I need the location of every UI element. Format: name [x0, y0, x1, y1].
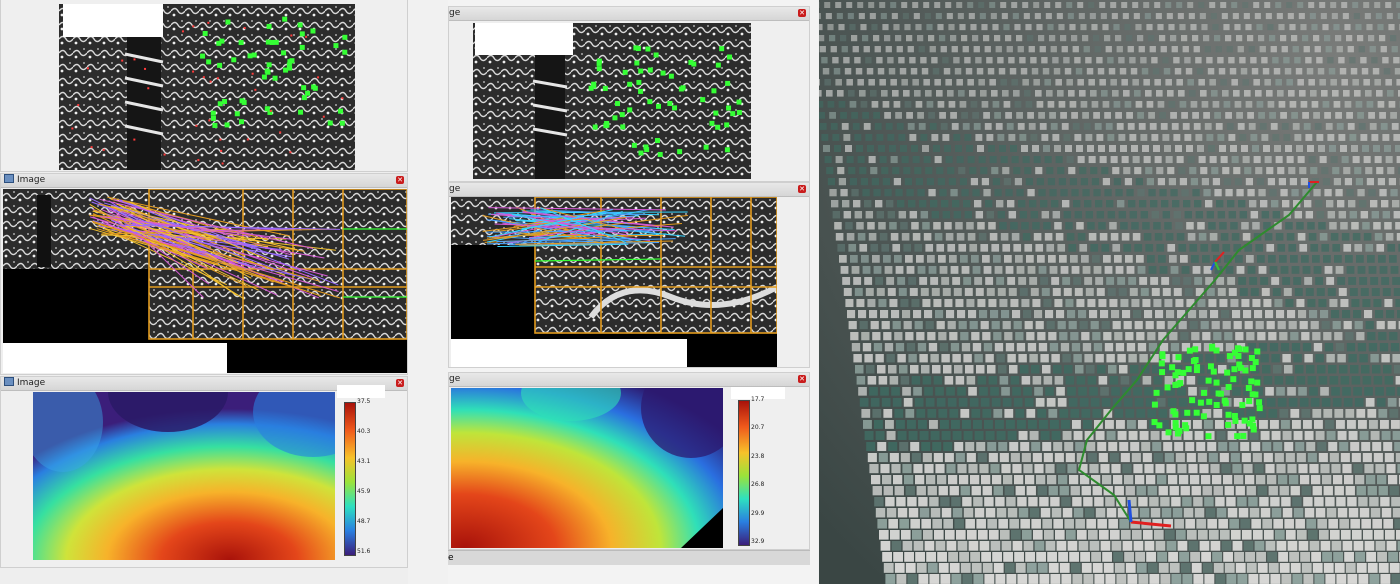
mid-top-window: ge ✕	[448, 6, 810, 182]
mid-mid-titlebar: ge ✕	[449, 183, 809, 197]
left-bottom-window: Image ✕ 37.5 40.3 43.1 45.9 48.7 51.6	[0, 376, 408, 568]
colorbar-left	[344, 402, 356, 556]
colorbar-tick: 32.9	[751, 538, 765, 545]
colorbar-tick: 37.5	[357, 398, 371, 405]
redacted-box	[475, 23, 573, 55]
redacted-box	[63, 4, 163, 37]
colorbar-mid	[738, 400, 750, 546]
redacted-box	[3, 343, 227, 373]
close-icon[interactable]: ✕	[396, 379, 404, 387]
mid-bottom-titlebar: ge ✕	[449, 373, 809, 387]
left-mid-image	[3, 189, 407, 373]
colorbar-tick: 43.1	[357, 458, 371, 465]
colorbar-tick: 20.7	[751, 424, 765, 432]
left-mid-window: Image ✕	[0, 173, 408, 375]
footer-label: e	[448, 553, 454, 563]
colorbar-tick: 40.3	[357, 428, 371, 435]
colorbar-tick: 51.6	[357, 548, 371, 555]
left-top-window	[0, 0, 408, 172]
3d-viewport[interactable]	[819, 0, 1400, 584]
window-icon	[4, 174, 14, 183]
middle-panel: ge ✕ ge ✕ ge ✕ 17.7 20.7 23.8 26.8 29.9 …	[448, 0, 818, 584]
close-icon[interactable]: ✕	[798, 375, 806, 383]
window-title: ge	[449, 184, 461, 194]
close-icon[interactable]: ✕	[798, 185, 806, 193]
left-mid-titlebar: Image ✕	[1, 174, 407, 188]
colorbar-tick: 48.7	[357, 518, 371, 525]
close-icon[interactable]: ✕	[798, 9, 806, 17]
heatmap-mid	[451, 388, 723, 548]
mid-mid-window: ge ✕	[448, 182, 810, 368]
colorbar-tick: 23.8	[751, 452, 765, 460]
mid-top-titlebar: ge ✕	[449, 7, 809, 21]
point-grid-view	[819, 0, 1400, 584]
window-title: Image	[17, 378, 46, 388]
mid-match-image	[451, 197, 777, 367]
window-title: ge	[449, 8, 461, 18]
colorbar-tick: 26.8	[751, 481, 765, 489]
colorbar-tick: 17.7	[751, 396, 765, 403]
redacted-box	[451, 339, 687, 367]
window-icon	[4, 377, 14, 386]
colorbar-tick: 29.9	[751, 509, 765, 517]
heatmap-left	[33, 392, 335, 560]
window-title: ge	[449, 374, 461, 384]
window-title: Image	[17, 175, 46, 185]
footer-bar: e	[448, 550, 810, 565]
close-icon[interactable]: ✕	[396, 176, 404, 184]
mid-bottom-window: ge ✕ 17.7 20.7 23.8 26.8 29.9 32.9	[448, 372, 810, 550]
mid-top-image	[473, 23, 751, 179]
left-panel: Image ✕ Image ✕ 37.5 40.3 43.1 45.9 48.7…	[0, 0, 408, 584]
redacted-box	[337, 385, 385, 398]
colorbar-tick: 45.9	[357, 488, 371, 495]
left-top-image	[59, 4, 355, 170]
